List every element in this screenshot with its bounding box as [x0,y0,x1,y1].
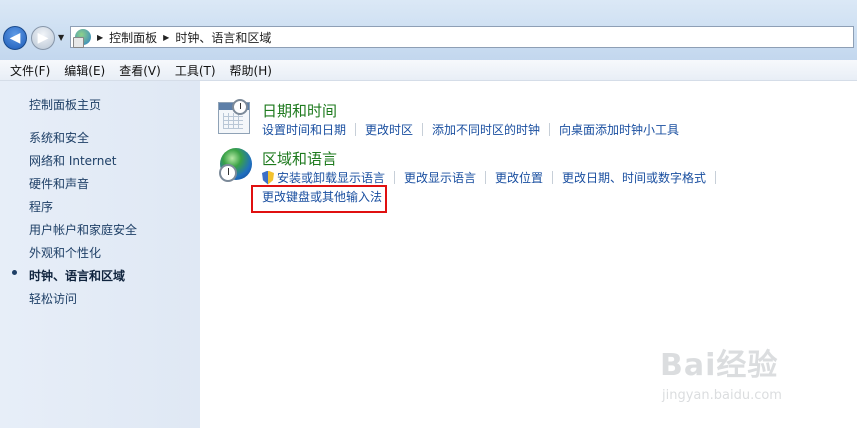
back-arrow-icon: ◀ [9,30,21,46]
separator [552,171,554,184]
highlight-box [251,185,387,213]
date-time-task-row: 设置时间和日期 更改时区 添加不同时区的时钟 向桌面添加时钟小工具 [262,121,679,138]
section-title-region-language[interactable]: 区域和语言 [262,148,337,169]
task-change-display-language[interactable]: 更改显示语言 [404,169,476,186]
task-add-clock-gadget[interactable]: 向桌面添加时钟小工具 [559,121,679,138]
forward-arrow-icon: ▶ [37,30,49,46]
menu-file[interactable]: 文件(F) [10,62,50,79]
menu-tools[interactable]: 工具(T) [175,62,216,79]
forward-button[interactable]: ▶ [31,26,55,50]
breadcrumb-item-control-panel[interactable]: 控制面板 [109,29,157,46]
recent-pages-dropdown-icon[interactable]: ▼ [58,33,64,42]
task-install-display-language[interactable]: 安装或卸载显示语言 [277,169,385,186]
menu-edit[interactable]: 编辑(E) [64,62,105,79]
region-language-task-row: 安装或卸载显示语言 更改显示语言 更改位置 更改日期、时间或数字格式 [262,169,725,186]
task-set-time-date[interactable]: 设置时间和日期 [262,121,346,138]
address-bar-area: ◀ ▶ ▼ ▶ 控制面板 ▶ 时钟、语言和区域 [0,0,857,60]
breadcrumb-arrow-icon[interactable]: ▶ [163,33,169,42]
sidebar-item-appearance[interactable]: 外观和个性化 [29,244,101,261]
baidu-watermark: Bai经验 jingyan.baidu.com [660,340,850,410]
uac-shield-icon [262,170,274,185]
watermark-main-text: Bai经验 [660,348,779,383]
menu-bar: 文件(F) 编辑(E) 查看(V) 工具(T) 帮助(H) [0,60,857,81]
menu-help[interactable]: 帮助(H) [230,62,272,79]
menu-view[interactable]: 查看(V) [119,62,161,79]
sidebar-item-user-accounts[interactable]: 用户帐户和家庭安全 [29,221,137,238]
task-change-date-format[interactable]: 更改日期、时间或数字格式 [562,169,706,186]
sidebar-item-ease-of-access[interactable]: 轻松访问 [29,290,77,307]
breadcrumb-item-clock-language-region[interactable]: 时钟、语言和区域 [175,29,271,46]
separator [394,171,396,184]
sidebar-item-programs[interactable]: 程序 [29,198,53,215]
task-add-clocks[interactable]: 添加不同时区的时钟 [432,121,540,138]
sidebar: 控制面板主页 系统和安全 网络和 Internet 硬件和声音 程序 用户帐户和… [0,81,200,428]
sidebar-home-link[interactable]: 控制面板主页 [29,96,101,113]
control-panel-icon [73,29,91,48]
current-item-bullet-icon [12,270,17,275]
separator [549,123,551,136]
back-button[interactable]: ◀ [3,26,27,50]
sidebar-item-system-security[interactable]: 系统和安全 [29,129,89,146]
task-change-timezone[interactable]: 更改时区 [365,121,413,138]
address-box[interactable]: ▶ 控制面板 ▶ 时钟、语言和区域 [70,26,854,48]
separator [355,123,357,136]
sidebar-item-network-internet[interactable]: 网络和 Internet [29,152,116,169]
watermark-sub-text: jingyan.baidu.com [662,388,782,403]
clock-icon [219,164,237,182]
separator [715,171,717,184]
separator [422,123,424,136]
sidebar-item-hardware-sound[interactable]: 硬件和声音 [29,175,89,192]
task-change-location[interactable]: 更改位置 [495,169,543,186]
section-title-date-time[interactable]: 日期和时间 [262,100,337,121]
sidebar-item-clock-language-region[interactable]: 时钟、语言和区域 [29,267,125,284]
clock-icon [232,99,248,115]
separator [485,171,487,184]
breadcrumb-arrow-icon[interactable]: ▶ [97,33,103,42]
